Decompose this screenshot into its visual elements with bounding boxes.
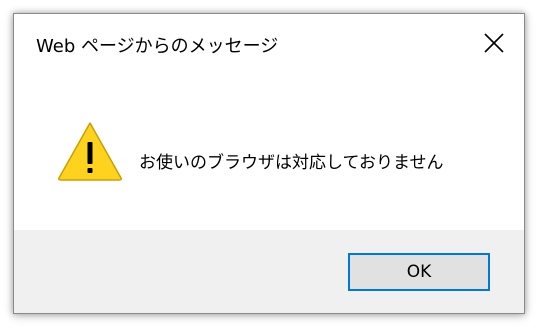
dialog-title: Web ページからのメッセージ bbox=[36, 36, 279, 57]
ok-button[interactable]: OK bbox=[348, 253, 490, 291]
dialog-titlebar: Web ページからのメッセージ bbox=[14, 14, 524, 72]
warning-icon bbox=[58, 122, 122, 181]
dialog-footer: OK bbox=[14, 230, 524, 313]
ok-button-label: OK bbox=[406, 262, 432, 282]
message-dialog: Web ページからのメッセージ お使いのブラウザは対応しておりません OK bbox=[13, 13, 525, 314]
close-icon bbox=[484, 33, 504, 53]
dialog-message: お使いのブラウザは対応しておりません bbox=[139, 153, 444, 173]
dialog-content: お使いのブラウザは対応しておりません bbox=[14, 72, 524, 230]
close-button[interactable] bbox=[464, 14, 524, 72]
